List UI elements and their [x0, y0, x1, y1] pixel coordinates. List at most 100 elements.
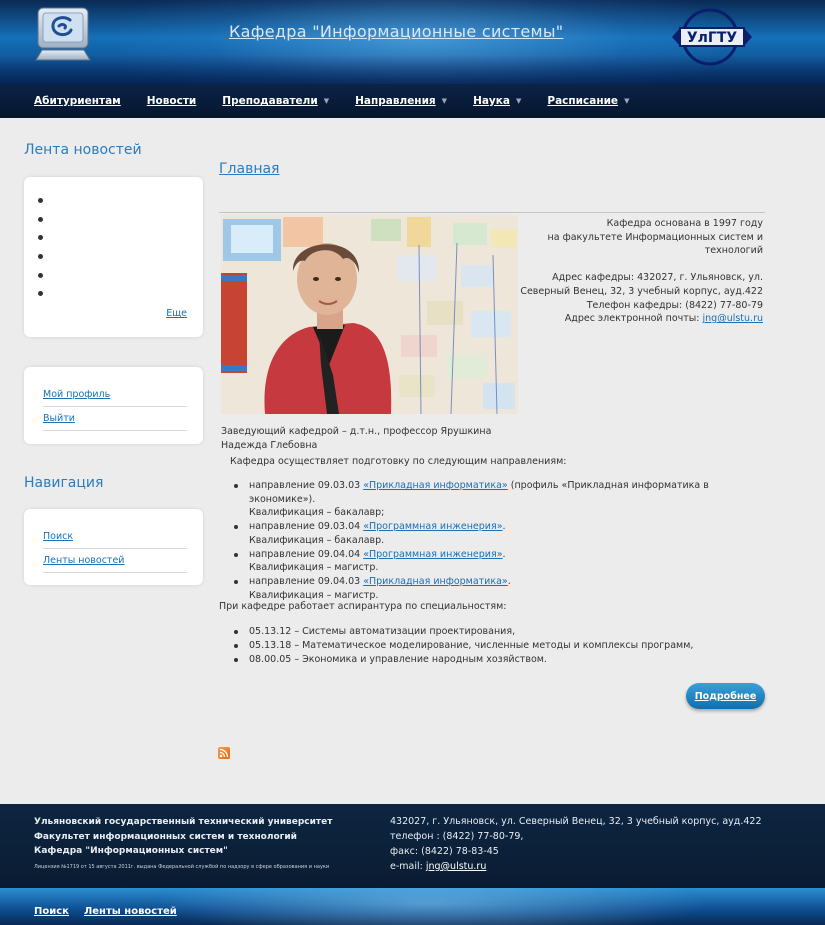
- direction-link[interactable]: «Прикладная информатика»: [363, 480, 508, 491]
- bottom-news-feeds-link[interactable]: Ленты новостей: [84, 906, 177, 917]
- search-link[interactable]: Поиск: [43, 531, 73, 542]
- list-item[interactable]: [38, 247, 203, 266]
- nav-link[interactable]: Направления: [355, 95, 436, 107]
- footer-email-label: e-mail:: [390, 861, 426, 872]
- news-more-link[interactable]: Еще: [166, 308, 187, 319]
- list-item: направление 09.03.03 «Прикладная информа…: [231, 479, 771, 520]
- list-item: направление 09.04.04 «Программная инжене…: [231, 548, 771, 575]
- email-label: Адрес электронной почты:: [564, 313, 703, 325]
- list-item[interactable]: [38, 191, 203, 210]
- nav-link[interactable]: Наука: [473, 95, 510, 107]
- nav-item-schedule[interactable]: Расписание ▼: [547, 95, 629, 107]
- page-title[interactable]: Главная: [219, 161, 279, 177]
- direction-prefix: направление 09.04.03: [249, 575, 364, 587]
- footer-email-line: e-mail: jng@ulstu.ru: [390, 859, 762, 874]
- nav-link[interactable]: Расписание: [547, 95, 618, 107]
- footer-org-info: Ульяновский государственный технический …: [34, 815, 332, 859]
- info-line: Адрес кафедры: 432027, г. Ульяновск, ул.…: [520, 272, 763, 297]
- footer-phone: телефон : (8422) 77-80-79,: [390, 831, 524, 842]
- direction-qualification: Квалификация – бакалавр.: [249, 534, 385, 546]
- navigation-heading: Навигация: [24, 475, 104, 491]
- nav-link[interactable]: Абитуриентам: [34, 95, 121, 107]
- navigation-link-item: Ленты новостей: [43, 549, 187, 573]
- chevron-down-icon: ▼: [624, 97, 630, 105]
- univ-logo-text: УлГТУ: [687, 30, 738, 46]
- list-item: 05.13.18 – Математическое моделирование,…: [231, 639, 771, 653]
- chevron-down-icon: ▼: [516, 97, 522, 105]
- caption-line: Заведующий кафедрой – д.т.н., профессор …: [221, 426, 492, 437]
- list-item: 08.00.05 – Экономика и управление народн…: [231, 653, 771, 667]
- divider: [219, 212, 765, 213]
- site-header: Кафедра "Информационные системы" УлГТУ: [0, 0, 825, 84]
- news-feed-box: Еще: [24, 177, 203, 337]
- list-item[interactable]: [38, 210, 203, 229]
- footer-fax: факс: (8422) 78-83-45: [390, 846, 499, 857]
- navigation-link-item: Поиск: [43, 525, 187, 549]
- postgraduate-intro: При кафедре работает аспирантура по спец…: [219, 601, 507, 612]
- nav-item-teachers[interactable]: Преподаватели ▼: [222, 95, 329, 107]
- logout-link[interactable]: Выйти: [43, 413, 75, 424]
- direction-link[interactable]: «Прикладная информатика»: [363, 576, 508, 587]
- site-footer: Ульяновский государственный технический …: [0, 804, 825, 888]
- direction-link[interactable]: «Программная инженерия»: [363, 521, 502, 532]
- directions-list: направление 09.03.03 «Прикладная информа…: [231, 479, 771, 602]
- list-item: направление 09.03.04 «Программная инжене…: [231, 520, 771, 547]
- info-line: Телефон кафедры: (8422) 77-80-79: [586, 299, 763, 311]
- nav-item-science[interactable]: Наука ▼: [473, 95, 521, 107]
- photo-illustration: [221, 215, 518, 414]
- department-info: Кафедра основана в 1997 году на факульте…: [518, 217, 763, 326]
- footer-contacts: 432027, г. Ульяновск, ул. Северный Венец…: [390, 814, 762, 874]
- direction-qualification: Квалификация – магистр.: [249, 562, 379, 574]
- directions-intro: Кафедра осуществляет подготовку по следу…: [230, 456, 567, 467]
- postgraduate-list: 05.13.12 – Системы автоматизации проекти…: [231, 625, 771, 667]
- profile-link-item: Выйти: [43, 407, 187, 431]
- bottom-links: Поиск Ленты новостей: [34, 906, 177, 917]
- my-profile-link[interactable]: Мой профиль: [43, 389, 110, 400]
- direction-link[interactable]: «Программная инженерия»: [363, 549, 502, 560]
- footer-address: 432027, г. Ульяновск, ул. Северный Венец…: [390, 816, 762, 827]
- direction-suffix: .: [502, 548, 506, 560]
- more-details-button[interactable]: Подробнее: [686, 683, 765, 709]
- nav-item-abiturientam[interactable]: Абитуриентам: [34, 95, 121, 107]
- info-line: на факультете Информационных систем и те…: [547, 231, 763, 257]
- chevron-down-icon: ▼: [441, 97, 448, 105]
- profile-link-item: Мой профиль: [43, 383, 187, 407]
- profile-box: Мой профиль Выйти: [24, 367, 203, 444]
- direction-suffix: .: [507, 575, 511, 587]
- rss-icon[interactable]: [218, 747, 230, 759]
- direction-qualification: Квалификация – магистр.: [249, 589, 379, 601]
- caption-line: Надежда Глебовна: [221, 439, 318, 451]
- nav-link[interactable]: Новости: [147, 95, 197, 107]
- news-feeds-link[interactable]: Ленты новостей: [43, 555, 124, 566]
- direction-prefix: направление 09.03.03: [249, 480, 364, 491]
- nav-item-directions[interactable]: Направления ▼: [355, 95, 447, 107]
- footer-email-link[interactable]: jng@ulstu.ru: [426, 861, 487, 872]
- list-item[interactable]: [38, 284, 203, 303]
- email-line: Адрес электронной почты: jng@ulstu.ru: [518, 312, 763, 326]
- list-item: направление 09.04.03 «Прикладная информа…: [231, 575, 771, 602]
- chevron-down-icon: ▼: [323, 97, 330, 105]
- footer-license: Лицензия №1719 от 15 августа 2011г. выда…: [34, 864, 330, 870]
- bottom-search-link[interactable]: Поиск: [34, 906, 69, 917]
- email-link[interactable]: jng@ulstu.ru: [703, 313, 764, 324]
- news-list: [24, 177, 203, 303]
- direction-prefix: направление 09.03.04: [249, 521, 364, 533]
- list-item[interactable]: [38, 228, 203, 247]
- direction-qualification: Квалификация – бакалавр;: [249, 507, 385, 519]
- direction-suffix: .: [502, 521, 506, 533]
- list-item: 05.13.12 – Системы автоматизации проекти…: [231, 625, 771, 639]
- site-title-link[interactable]: Кафедра "Информационные системы": [229, 22, 563, 41]
- photo-caption: Заведующий кафедрой – д.т.н., профессор …: [221, 425, 491, 452]
- computer-logo-icon[interactable]: [34, 6, 96, 64]
- main-nav: Абитуриентам Новости Преподаватели ▼ Напр…: [0, 84, 825, 118]
- nav-link[interactable]: Преподаватели: [222, 95, 317, 107]
- nav-item-news[interactable]: Новости: [147, 95, 197, 107]
- info-line: Кафедра основана в 1997 году: [606, 218, 763, 229]
- university-logo-icon[interactable]: УлГТУ: [666, 6, 758, 68]
- list-item[interactable]: [38, 266, 203, 285]
- news-feed-heading: Лента новостей: [24, 142, 142, 158]
- department-head-photo: [221, 215, 518, 414]
- footer-org-line: Ульяновский государственный технический …: [34, 817, 333, 827]
- direction-prefix: направление 09.04.04: [249, 548, 364, 560]
